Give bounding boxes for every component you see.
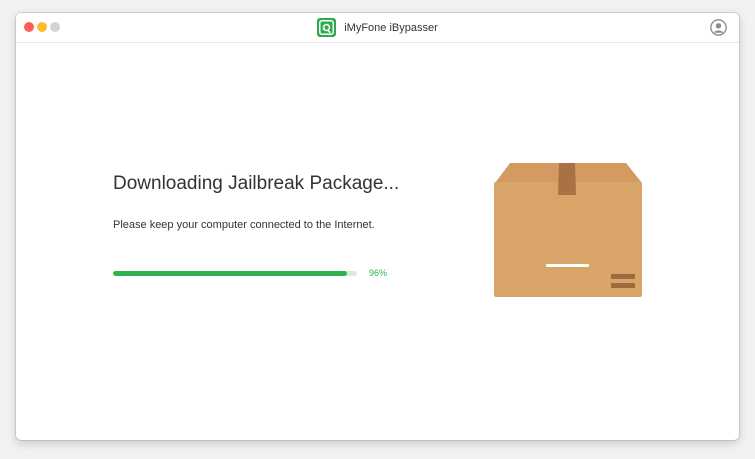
progress-fill: [113, 271, 348, 276]
app-title-group: iMyFone iBypasser: [16, 17, 739, 38]
user-account-icon[interactable]: [710, 19, 727, 36]
app-window: iMyFone iBypasser Downloading Jailbreak …: [16, 13, 739, 440]
download-progress-bar: [113, 271, 357, 276]
title-bar: iMyFone iBypasser: [16, 13, 739, 43]
progress-percentage: 96%: [369, 268, 388, 278]
app-logo-icon: [317, 18, 337, 37]
instruction-text: Please keep your computer connected to t…: [113, 219, 375, 231]
cardboard-box-icon: [492, 161, 644, 299]
page-title: Downloading Jailbreak Package...: [113, 173, 400, 194]
app-title: iMyFone iBypasser: [344, 21, 438, 34]
